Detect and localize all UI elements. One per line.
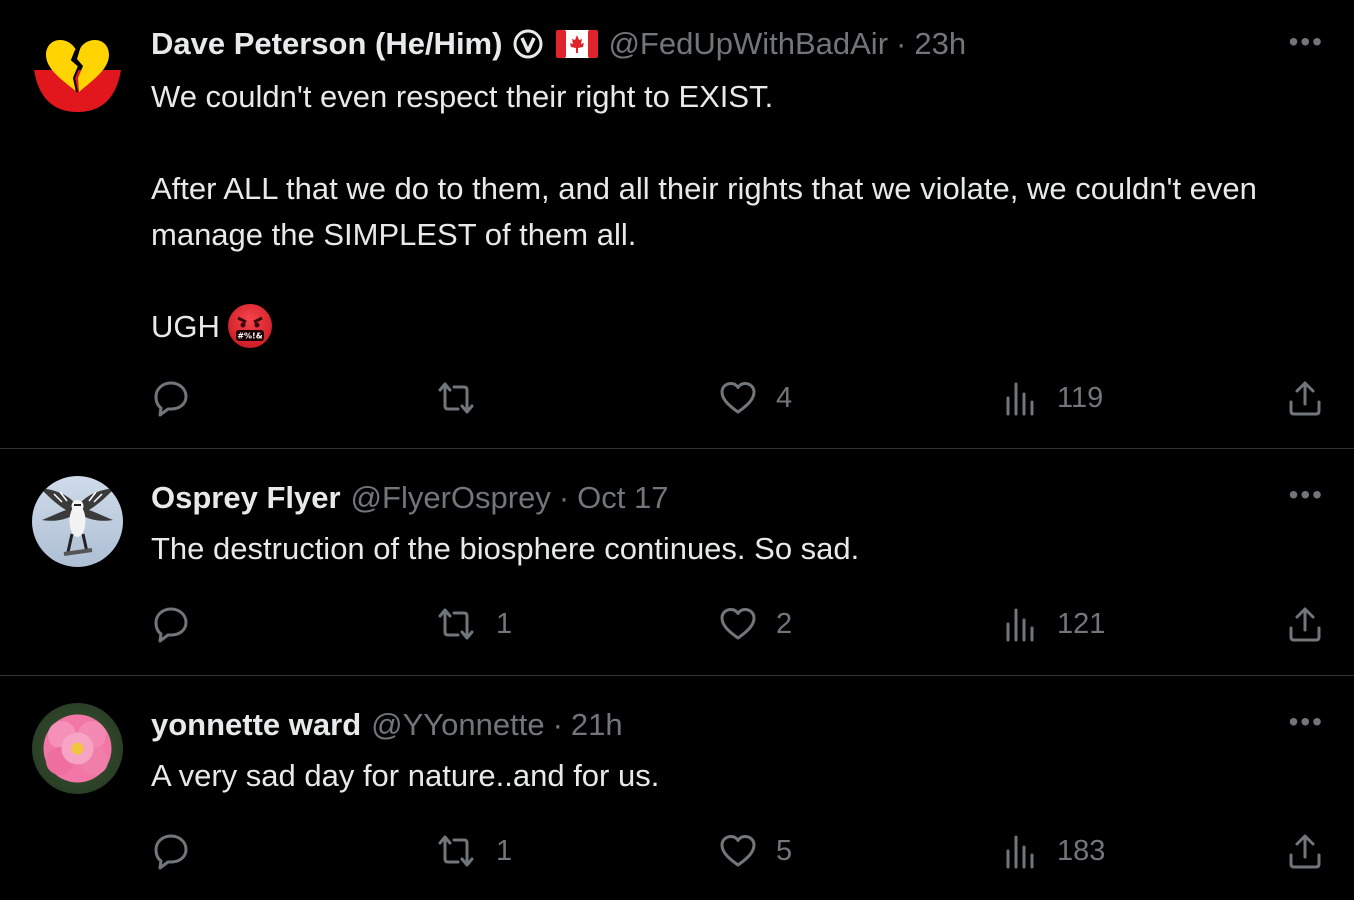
separator-dot: · (896, 26, 907, 61)
display-name[interactable]: Dave Peterson (He/Him) (151, 26, 502, 62)
share-icon (1289, 607, 1321, 642)
like-button[interactable]: 4 (718, 378, 792, 418)
handle[interactable]: @FlyerOsprey (351, 480, 551, 516)
retweet-button[interactable] (434, 378, 496, 418)
analytics-icon (1006, 608, 1034, 642)
tweet-content: yonnette ward @YYonnette · 21h A very sa… (151, 703, 1314, 799)
avatar[interactable] (32, 476, 123, 567)
tweet[interactable]: Osprey Flyer @FlyerOsprey · Oct 17 The d… (0, 449, 1354, 676)
retweet-count: 1 (496, 607, 513, 640)
analytics-icon (1006, 835, 1034, 869)
reply-button[interactable] (151, 831, 209, 871)
like-button[interactable]: 5 (718, 831, 792, 871)
like-count: 4 (776, 381, 793, 414)
heart-icon (720, 835, 756, 867)
emoji-symbols: #%!& (237, 331, 262, 340)
heart-icon (720, 608, 756, 640)
share-button[interactable] (1286, 831, 1324, 871)
timestamp[interactable]: 23h (914, 26, 966, 62)
reply-icon (154, 381, 188, 417)
handle[interactable]: @FedUpWithBadAir (608, 26, 888, 62)
views-button[interactable]: 119 (1003, 378, 1103, 418)
reply-icon (154, 607, 188, 643)
tweet-header: yonnette ward @YYonnette · 21h (151, 703, 1314, 747)
retweet-icon (438, 382, 474, 414)
retweet-button[interactable]: 1 (434, 831, 512, 871)
like-count: 2 (776, 607, 793, 640)
view-count: 121 (1057, 607, 1106, 640)
timestamp[interactable]: Oct 17 (577, 480, 668, 516)
avatar[interactable] (32, 22, 123, 113)
action-bar: 1 5 183 (151, 831, 1324, 871)
pink-rose-avatar (43, 714, 112, 783)
view-count: 119 (1057, 381, 1104, 414)
reply-button[interactable] (151, 604, 209, 644)
action-bar: 4 119 (151, 378, 1324, 418)
tweet-text: The destruction of the biosphere continu… (151, 531, 860, 566)
more-options-button[interactable]: ••• (1289, 479, 1324, 511)
reply-icon (154, 834, 188, 870)
timestamp[interactable]: 21h (571, 707, 623, 743)
share-button[interactable] (1286, 378, 1324, 418)
osprey-bird-avatar (40, 488, 115, 556)
more-options-button[interactable]: ••• (1289, 706, 1324, 738)
share-icon (1289, 834, 1321, 869)
retweet-icon (438, 835, 474, 867)
tweet-header: Osprey Flyer @FlyerOsprey · Oct 17 (151, 476, 1314, 520)
canada-flag-icon (556, 30, 599, 58)
verified-circle-icon (512, 28, 544, 60)
avatar[interactable] (32, 703, 123, 794)
tweet-text: A very sad day for nature..and for us. (151, 758, 660, 793)
analytics-icon (1006, 382, 1034, 416)
tweet-content: Dave Peterson (He/Him) @FedUpWithBadAir … (151, 22, 1314, 351)
views-button[interactable]: 183 (1003, 831, 1105, 871)
like-count: 5 (776, 834, 793, 867)
cursing-face-emoji-icon: #%!& (227, 303, 272, 348)
action-bar: 1 2 121 (151, 604, 1324, 644)
tweet-header: Dave Peterson (He/Him) @FedUpWithBadAir … (151, 22, 1314, 66)
share-button[interactable] (1286, 604, 1324, 644)
reply-button[interactable] (151, 378, 209, 418)
broken-heart-icon (34, 40, 121, 112)
tweet-text-content: We couldn't even respect their right to … (151, 79, 1257, 344)
tweet[interactable]: yonnette ward @YYonnette · 21h A very sa… (0, 676, 1354, 900)
retweet-count: 1 (496, 834, 513, 867)
views-button[interactable]: 121 (1003, 604, 1105, 644)
display-name[interactable]: Osprey Flyer (151, 480, 341, 516)
like-button[interactable]: 2 (718, 604, 792, 644)
tweet[interactable]: Dave Peterson (He/Him) @FedUpWithBadAir … (0, 0, 1354, 449)
retweet-button[interactable]: 1 (434, 604, 512, 644)
separator-dot: · (552, 707, 563, 742)
retweet-icon (438, 608, 474, 640)
share-icon (1289, 381, 1321, 416)
tweet-content: Osprey Flyer @FlyerOsprey · Oct 17 The d… (151, 476, 1314, 572)
separator-dot: · (558, 480, 570, 515)
heart-icon (720, 382, 756, 414)
display-name[interactable]: yonnette ward (151, 707, 361, 743)
tweet-text: We couldn't even respect their right to … (151, 74, 1314, 351)
view-count: 183 (1057, 834, 1106, 867)
handle[interactable]: @YYonnette (371, 707, 544, 743)
more-options-button[interactable]: ••• (1289, 26, 1324, 58)
